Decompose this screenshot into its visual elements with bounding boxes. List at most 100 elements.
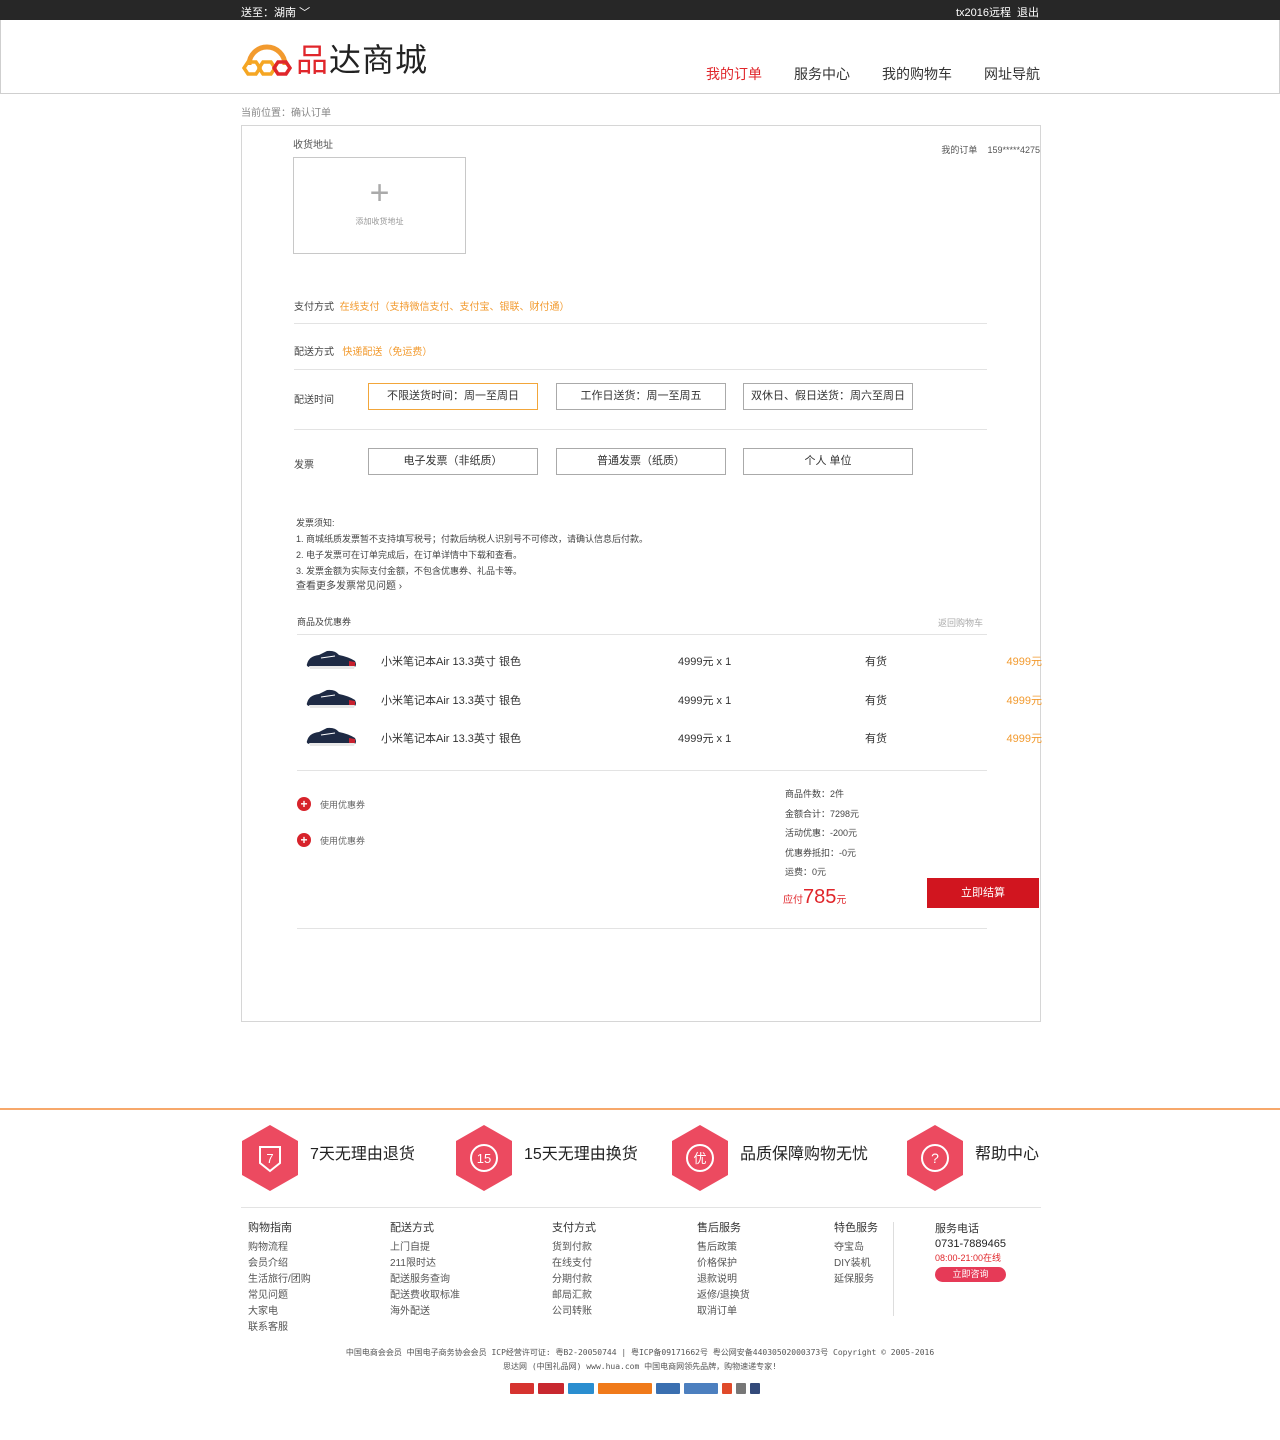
svg-text:?: ? bbox=[931, 1150, 939, 1166]
product-thumbnail[interactable] bbox=[305, 724, 359, 748]
footer-link[interactable]: 取消订单 bbox=[697, 1304, 750, 1320]
coupon-label: 使用优惠券 bbox=[320, 799, 366, 810]
trust-badge-icon[interactable] bbox=[568, 1383, 594, 1394]
invoice-option-type[interactable]: 个人 单位 bbox=[743, 448, 913, 475]
footer-link[interactable]: 分期付款 bbox=[552, 1272, 596, 1288]
logo[interactable]: 品达商城 bbox=[242, 38, 428, 78]
invoice-note-item: 2. 电子发票可在订单完成后，在订单详情中下载和查看。 bbox=[296, 550, 523, 560]
footer-link[interactable]: 延保服务 bbox=[834, 1272, 878, 1288]
address-label: 收货地址 bbox=[293, 140, 333, 151]
footer-link[interactable]: 公司转账 bbox=[552, 1304, 596, 1320]
footer-link[interactable]: 在线支付 bbox=[552, 1256, 596, 1272]
footer-link[interactable]: 购物流程 bbox=[248, 1240, 311, 1256]
trust-badges bbox=[510, 1383, 764, 1394]
footer-link[interactable]: 大家电 bbox=[248, 1304, 311, 1320]
trust-badge-icon[interactable] bbox=[538, 1383, 564, 1394]
footer-link[interactable]: 211限时达 bbox=[390, 1256, 460, 1272]
footer-link[interactable]: 常见问题 bbox=[248, 1288, 311, 1304]
trust-badge-icon[interactable] bbox=[684, 1383, 718, 1394]
trust-badge-icon[interactable] bbox=[598, 1383, 652, 1394]
invoice-note-item: 3. 发票金额为实际支付金额，不包含优惠券、礼品卡等。 bbox=[296, 566, 523, 576]
my-orders-link[interactable]: 我的订单 bbox=[941, 145, 977, 155]
back-to-cart-link[interactable]: 返回购物车 bbox=[938, 616, 983, 629]
top-bar: 送至：湖南 ﹀ tx2016远程 退出 bbox=[0, 0, 1280, 20]
amount-due-unit: 元 bbox=[836, 895, 847, 906]
svg-text:7: 7 bbox=[266, 1151, 273, 1166]
footer-link[interactable]: 上门自提 bbox=[390, 1240, 460, 1256]
trust-badge-icon[interactable] bbox=[510, 1383, 534, 1394]
svg-text:优: 优 bbox=[693, 1152, 706, 1167]
footer-link[interactable]: 价格保护 bbox=[697, 1256, 750, 1272]
feature-exchange-15days[interactable]: 15 15天无理由换货 bbox=[454, 1125, 638, 1191]
payment-value[interactable]: 在线支付（支持微信支付、支付宝、银联、财付通） bbox=[340, 302, 570, 313]
footer-link[interactable]: 邮局汇款 bbox=[552, 1288, 596, 1304]
service-phone: 0731-7889465 bbox=[935, 1238, 1006, 1250]
footer-col-delivery: 配送方式 上门自提 211限时达 配送服务查询 配送费收取标准 海外配送 bbox=[390, 1220, 460, 1320]
logout-link[interactable]: 退出 bbox=[1017, 7, 1039, 19]
product-thumbnail[interactable] bbox=[305, 647, 359, 671]
product-stock: 有货 bbox=[865, 695, 887, 707]
nav-my-cart[interactable]: 我的购物车 bbox=[882, 64, 952, 84]
amount-due: 应付785元 bbox=[783, 886, 846, 909]
checkout-button[interactable]: 立即结算 bbox=[927, 878, 1039, 908]
feature-label: 帮助中心 bbox=[975, 1146, 1040, 1163]
delivery-time-option-weekday[interactable]: 工作日送货：周一至周五 bbox=[556, 383, 726, 410]
footer-link[interactable]: 货到付款 bbox=[552, 1240, 596, 1256]
footer-link[interactable]: 生活旅行/团购 bbox=[248, 1272, 311, 1288]
deliver-to-selector[interactable]: 送至：湖南 ﹀ bbox=[241, 4, 310, 20]
footer-col-shopping-guide: 购物指南 购物流程 会员介绍 生活旅行/团购 常见问题 大家电 联系客服 bbox=[248, 1220, 311, 1336]
quality-icon: 优 bbox=[672, 1125, 728, 1191]
use-coupon-button[interactable]: + 使用优惠券 bbox=[297, 797, 365, 811]
divider bbox=[294, 429, 987, 430]
product-name[interactable]: 小米笔记本Air 13.3英寸 银色 bbox=[381, 692, 521, 708]
invoice-option-electronic[interactable]: 电子发票（非纸质） bbox=[368, 448, 538, 475]
footer-col-after-sales: 售后服务 售后政策 价格保护 退款说明 返修/退换货 取消订单 bbox=[697, 1220, 750, 1320]
divider bbox=[294, 323, 987, 324]
product-thumbnail[interactable] bbox=[305, 686, 359, 710]
invoice-option-paper[interactable]: 普通发票（纸质） bbox=[556, 448, 726, 475]
trust-badge-icon[interactable] bbox=[656, 1383, 680, 1394]
order-panel: 收货地址 + 添加收货地址 我的订单 159*****4275 支付方式 在线支付… bbox=[241, 125, 1042, 1022]
feature-quality-guarantee[interactable]: 优 品质保障购物无忧 bbox=[670, 1125, 868, 1191]
feature-label: 品质保障购物无忧 bbox=[740, 1146, 869, 1163]
user-link[interactable]: tx2016远程 bbox=[956, 7, 1011, 19]
delivery-label: 配送方式 bbox=[294, 347, 334, 358]
delivery-time-option-weekend[interactable]: 双休日、假日送货：周六至周日 bbox=[743, 383, 913, 410]
nav-service-center[interactable]: 服务中心 bbox=[794, 64, 850, 84]
add-address-button[interactable]: + 添加收货地址 bbox=[293, 157, 466, 254]
footer-col-special-services: 特色服务 夺宝岛 DIY装机 延保服务 bbox=[834, 1220, 878, 1288]
trust-badge-icon[interactable] bbox=[750, 1383, 760, 1394]
feature-return-7days[interactable]: 7 7天无理由退货 bbox=[240, 1125, 415, 1191]
invoice-faq-link[interactable]: 查看更多发票常见问题 › bbox=[296, 579, 648, 595]
product-name[interactable]: 小米笔记本Air 13.3英寸 银色 bbox=[381, 730, 521, 746]
copyright: 中国电商会会员 中国电子商务协会会员 ICP经营许可证: 粤B2-2005074… bbox=[0, 1346, 1280, 1374]
invoice-note-item: 1. 商城纸质发票暂不支持填写税号；付款后纳税人识别号不可修改，请确认信息后付款… bbox=[296, 534, 649, 544]
payment-label: 支付方式 bbox=[294, 302, 334, 313]
use-coupon-button[interactable]: + 使用优惠券 bbox=[297, 833, 365, 847]
footer-col-title: 购物指南 bbox=[248, 1222, 292, 1234]
delivery-value[interactable]: 快递配送（免运费） bbox=[342, 347, 432, 358]
footer-link[interactable]: 联系客服 bbox=[248, 1320, 311, 1336]
footer-link[interactable]: DIY装机 bbox=[834, 1256, 878, 1272]
nav-site-map[interactable]: 网址导航 bbox=[984, 64, 1040, 84]
divider bbox=[297, 928, 987, 929]
footer-link[interactable]: 返修/退换货 bbox=[697, 1288, 750, 1304]
nav-my-orders[interactable]: 我的订单 bbox=[706, 64, 762, 84]
footer-col-title: 特色服务 bbox=[834, 1222, 878, 1234]
svg-text:15: 15 bbox=[477, 1151, 491, 1166]
footer-link[interactable]: 会员介绍 bbox=[248, 1256, 311, 1272]
product-stock: 有货 bbox=[865, 733, 887, 745]
trust-badge-icon[interactable] bbox=[736, 1383, 746, 1394]
footer-link[interactable]: 海外配送 bbox=[390, 1304, 460, 1320]
product-name[interactable]: 小米笔记本Air 13.3英寸 银色 bbox=[381, 653, 521, 669]
footer-link[interactable]: 退款说明 bbox=[697, 1272, 750, 1288]
footer-link[interactable]: 配送费收取标准 bbox=[390, 1288, 460, 1304]
footer-link[interactable]: 配送服务查询 bbox=[390, 1272, 460, 1288]
goods-row: 小米笔记本Air 13.3英寸 银色 4999元 x 1 有货 4999元 bbox=[297, 645, 1042, 675]
consult-button[interactable]: 立即咨询 bbox=[935, 1267, 1006, 1282]
footer-link[interactable]: 夺宝岛 bbox=[834, 1240, 878, 1256]
trust-badge-icon[interactable] bbox=[722, 1383, 732, 1394]
delivery-time-option-any[interactable]: 不限送货时间：周一至周日 bbox=[368, 383, 538, 410]
feature-help-center[interactable]: ? 帮助中心 bbox=[905, 1125, 1039, 1191]
footer-link[interactable]: 售后政策 bbox=[697, 1240, 750, 1256]
